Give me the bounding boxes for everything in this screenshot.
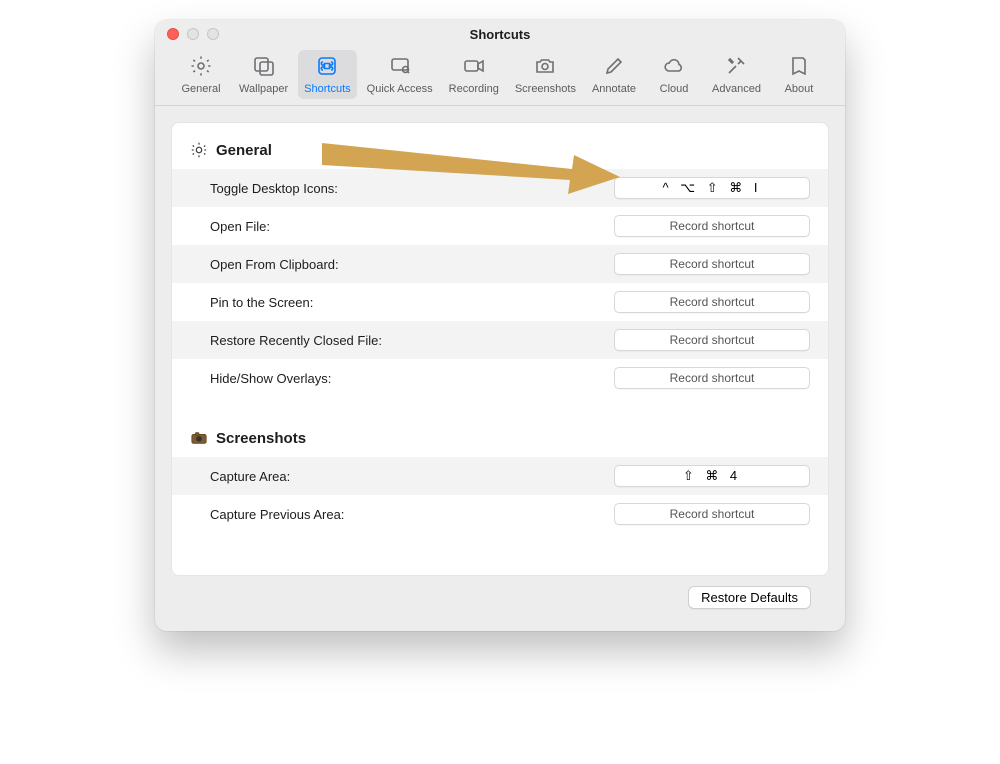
recording-icon bbox=[462, 54, 486, 81]
shortcut-input-restore-closed[interactable]: Record shortcut bbox=[614, 329, 810, 351]
shortcut-input-hide-show-overlays[interactable]: Record shortcut bbox=[614, 367, 810, 389]
camera-icon bbox=[533, 54, 557, 81]
shortcut-label: Capture Area: bbox=[210, 469, 290, 484]
shortcut-input-capture-area[interactable]: ⇧ ⌘ 4 bbox=[614, 465, 810, 487]
tab-recording[interactable]: Recording bbox=[443, 50, 505, 99]
tab-quick-access[interactable]: Quick Access bbox=[361, 50, 439, 99]
shortcuts-card: General Toggle Desktop Icons: ^ ⌥ ⇧ ⌘ I … bbox=[171, 122, 829, 576]
shortcut-label: Restore Recently Closed File: bbox=[210, 333, 382, 348]
tab-label: Annotate bbox=[592, 83, 636, 95]
tab-general[interactable]: General bbox=[173, 50, 229, 99]
section-general: General Toggle Desktop Icons: ^ ⌥ ⇧ ⌘ I … bbox=[172, 137, 828, 397]
section-screenshots: Screenshots Capture Area: ⇧ ⌘ 4 Capture … bbox=[172, 425, 828, 533]
shortcut-input-capture-previous-area[interactable]: Record shortcut bbox=[614, 503, 810, 525]
tab-label: Shortcuts bbox=[304, 83, 350, 95]
tab-label: About bbox=[785, 83, 814, 95]
tab-label: Screenshots bbox=[515, 83, 576, 95]
command-icon bbox=[315, 54, 339, 81]
tab-label: Quick Access bbox=[367, 83, 433, 95]
tab-about[interactable]: About bbox=[771, 50, 827, 99]
shortcut-label: Open File: bbox=[210, 219, 270, 234]
preferences-window: Shortcuts General Wallpaper bbox=[155, 20, 845, 631]
shortcut-row: Toggle Desktop Icons: ^ ⌥ ⇧ ⌘ I bbox=[172, 169, 828, 207]
shortcut-row: Restore Recently Closed File: Record sho… bbox=[172, 321, 828, 359]
tab-shortcuts[interactable]: Shortcuts bbox=[298, 50, 356, 99]
gear-icon bbox=[189, 54, 213, 81]
about-icon bbox=[787, 54, 811, 81]
section-general-header: General bbox=[172, 137, 828, 169]
tab-label: Cloud bbox=[660, 83, 689, 95]
shortcut-row: Capture Area: ⇧ ⌘ 4 bbox=[172, 457, 828, 495]
shortcut-input-open-file[interactable]: Record shortcut bbox=[614, 215, 810, 237]
shortcut-input-toggle-desktop-icons[interactable]: ^ ⌥ ⇧ ⌘ I bbox=[614, 177, 810, 199]
restore-defaults-button[interactable]: Restore Defaults bbox=[688, 586, 811, 609]
gear-small-icon bbox=[190, 141, 208, 159]
wallpaper-icon bbox=[252, 54, 276, 81]
shortcut-row: Hide/Show Overlays: Record shortcut bbox=[172, 359, 828, 397]
section-screenshots-header: Screenshots bbox=[172, 425, 828, 457]
shortcut-input-pin-to-screen[interactable]: Record shortcut bbox=[614, 291, 810, 313]
tab-cloud[interactable]: Cloud bbox=[646, 50, 702, 99]
toolbar: General Wallpaper Shortcuts bbox=[155, 48, 845, 106]
tab-wallpaper[interactable]: Wallpaper bbox=[233, 50, 294, 99]
shortcut-label: Capture Previous Area: bbox=[210, 507, 344, 522]
tab-label: Wallpaper bbox=[239, 83, 288, 95]
tab-advanced[interactable]: Advanced bbox=[706, 50, 767, 99]
tools-icon bbox=[724, 54, 748, 81]
tab-label: Advanced bbox=[712, 83, 761, 95]
shortcut-label: Pin to the Screen: bbox=[210, 295, 313, 310]
window-title: Shortcuts bbox=[155, 27, 845, 42]
tab-label: Recording bbox=[449, 83, 499, 95]
shortcut-row: Capture Previous Area: Record shortcut bbox=[172, 495, 828, 533]
shortcut-label: Toggle Desktop Icons: bbox=[210, 181, 338, 196]
section-title: General bbox=[216, 142, 272, 159]
section-title: Screenshots bbox=[216, 430, 306, 447]
titlebar: Shortcuts bbox=[155, 20, 845, 48]
pencil-icon bbox=[602, 54, 626, 81]
shortcut-row: Open From Clipboard: Record shortcut bbox=[172, 245, 828, 283]
screenshots-small-icon bbox=[190, 429, 208, 447]
quickaccess-icon bbox=[388, 54, 412, 81]
tab-label: General bbox=[181, 83, 220, 95]
tab-screenshots[interactable]: Screenshots bbox=[509, 50, 582, 99]
cloud-icon bbox=[662, 54, 686, 81]
tab-annotate[interactable]: Annotate bbox=[586, 50, 642, 99]
shortcut-row: Open File: Record shortcut bbox=[172, 207, 828, 245]
shortcut-label: Hide/Show Overlays: bbox=[210, 371, 331, 386]
footer: Restore Defaults bbox=[171, 576, 829, 615]
shortcut-row: Pin to the Screen: Record shortcut bbox=[172, 283, 828, 321]
shortcut-input-open-from-clipboard[interactable]: Record shortcut bbox=[614, 253, 810, 275]
shortcut-label: Open From Clipboard: bbox=[210, 257, 339, 272]
content-area: General Toggle Desktop Icons: ^ ⌥ ⇧ ⌘ I … bbox=[155, 106, 845, 631]
